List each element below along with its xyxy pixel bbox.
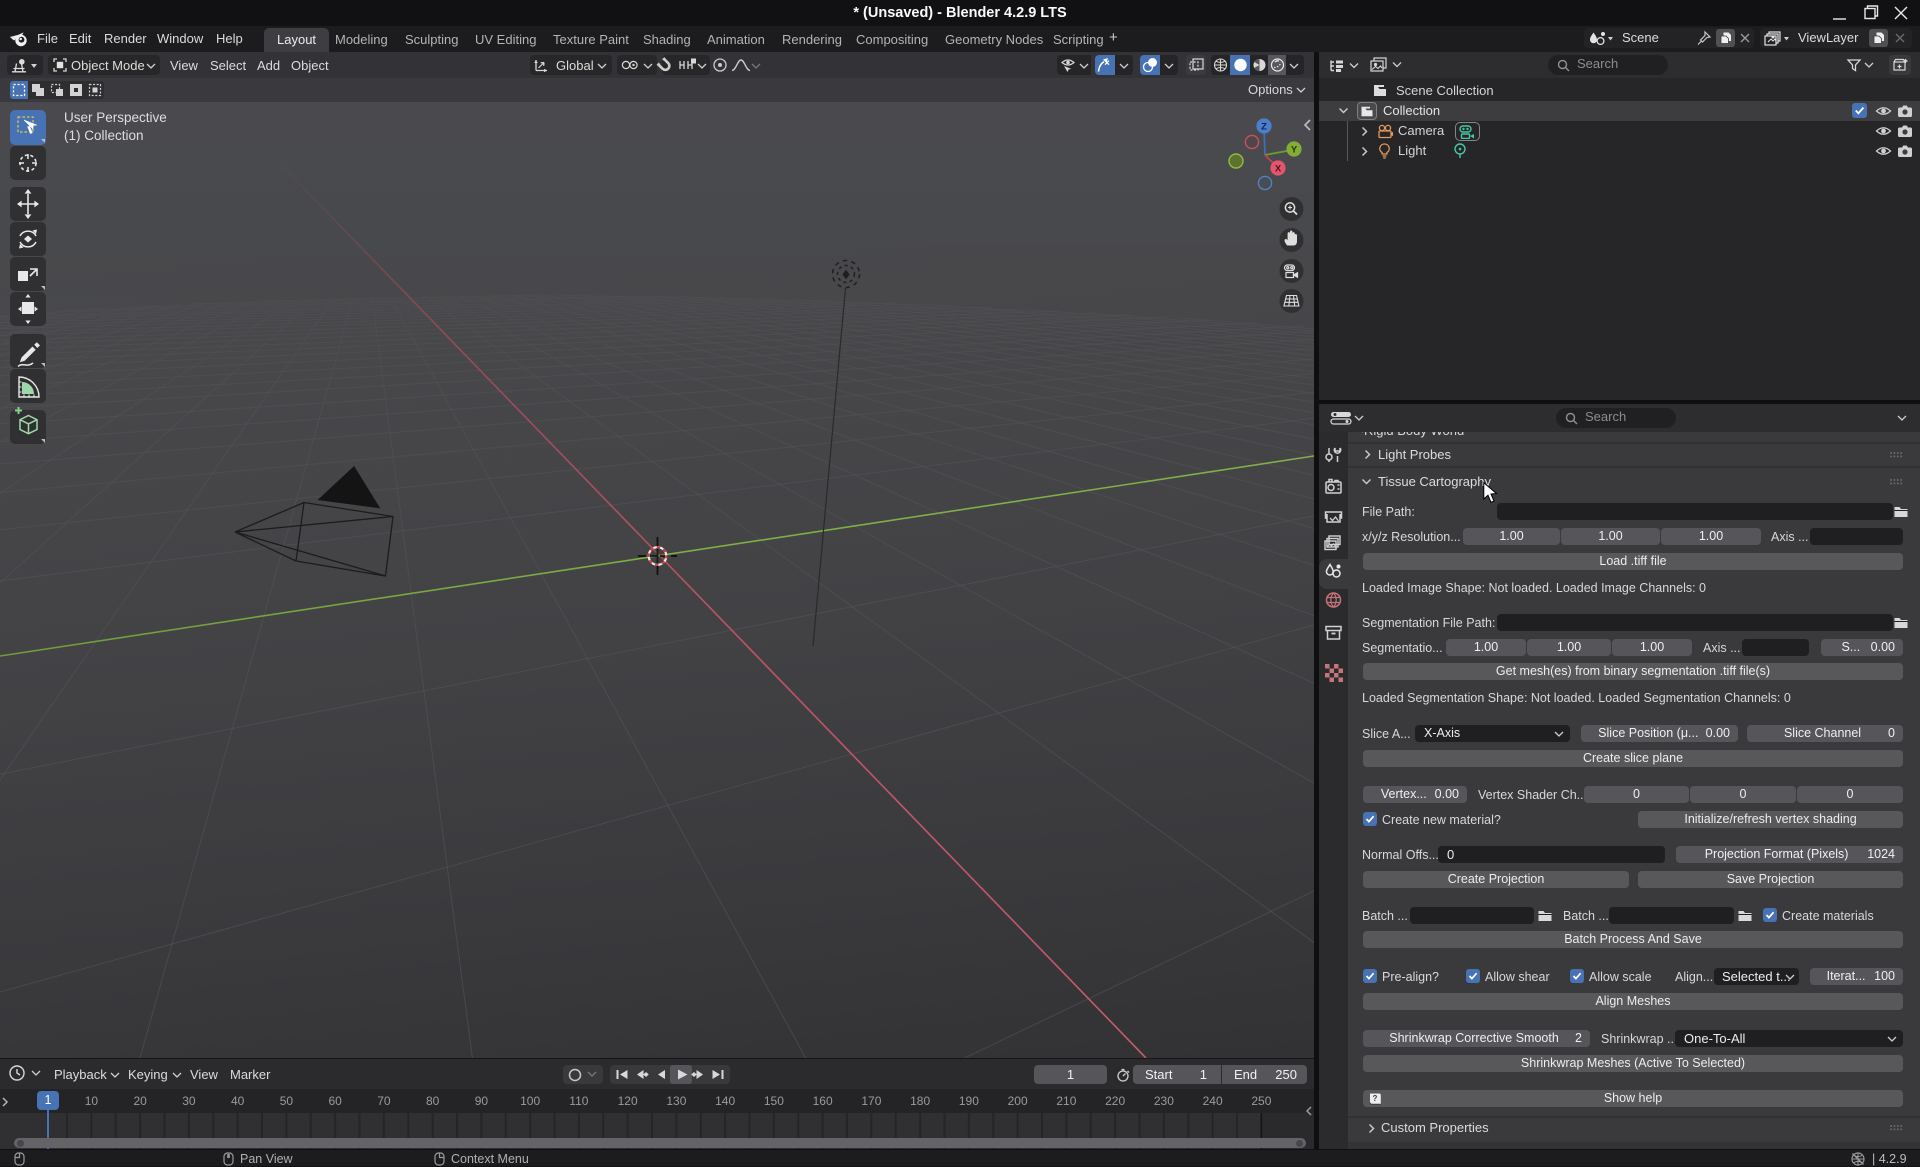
svg-text:120: 120 xyxy=(618,1094,638,1108)
svg-text:20: 20 xyxy=(133,1094,147,1108)
svg-text:60: 60 xyxy=(328,1094,342,1108)
svg-text:190: 190 xyxy=(959,1094,979,1108)
svg-text:100: 100 xyxy=(520,1094,540,1108)
svg-text:220: 220 xyxy=(1105,1094,1125,1108)
svg-text:170: 170 xyxy=(861,1094,881,1108)
svg-text:Y: Y xyxy=(1291,145,1298,156)
svg-text:230: 230 xyxy=(1154,1094,1174,1108)
svg-text:?: ? xyxy=(1373,1094,1378,1103)
svg-text:150: 150 xyxy=(764,1094,784,1108)
svg-text:X: X xyxy=(1275,164,1282,175)
svg-text:200: 200 xyxy=(1008,1094,1028,1108)
svg-text:50: 50 xyxy=(280,1094,294,1108)
svg-text:130: 130 xyxy=(666,1094,686,1108)
svg-text:250: 250 xyxy=(1251,1094,1271,1108)
svg-text:40: 40 xyxy=(231,1094,245,1108)
svg-text:90: 90 xyxy=(475,1094,489,1108)
svg-text:240: 240 xyxy=(1203,1094,1223,1108)
svg-text:210: 210 xyxy=(1056,1094,1076,1108)
svg-text:110: 110 xyxy=(569,1094,588,1108)
svg-text:30: 30 xyxy=(182,1094,196,1108)
svg-text:10: 10 xyxy=(85,1094,99,1108)
svg-text:180: 180 xyxy=(910,1094,930,1108)
svg-text:Z: Z xyxy=(1261,122,1267,133)
svg-text:140: 140 xyxy=(715,1094,735,1108)
svg-text:80: 80 xyxy=(426,1094,440,1108)
svg-text:70: 70 xyxy=(377,1094,391,1108)
svg-text:160: 160 xyxy=(813,1094,833,1108)
